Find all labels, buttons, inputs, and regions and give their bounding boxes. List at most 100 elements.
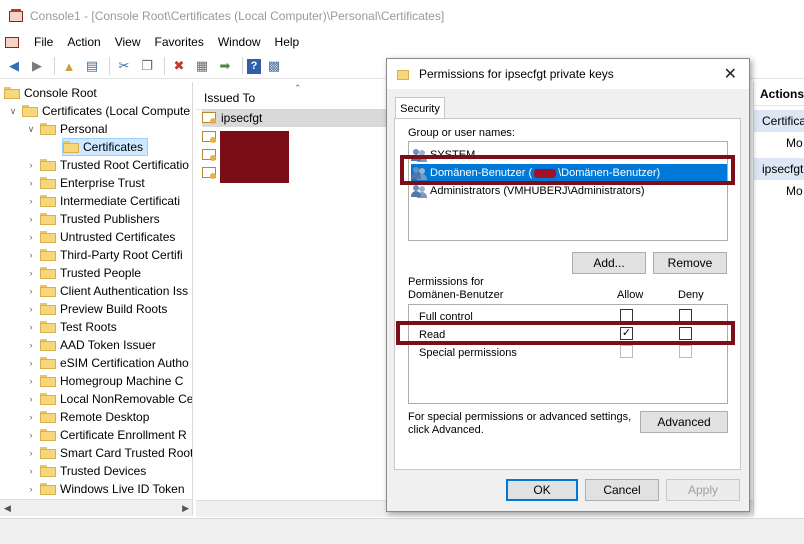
more-actions-link[interactable]: Mo xyxy=(754,132,804,154)
copy-icon[interactable]: ❐ xyxy=(137,56,157,76)
chevron-right-icon[interactable]: › xyxy=(26,390,36,408)
forward-icon[interactable]: ▶ xyxy=(27,56,47,76)
folder-icon xyxy=(40,483,56,495)
up-folder-icon[interactable]: ▲ xyxy=(59,56,79,76)
tab-security[interactable]: Security xyxy=(395,97,445,119)
cancel-button[interactable]: Cancel xyxy=(585,479,659,501)
show-action-pane-icon[interactable]: ▩ xyxy=(264,56,284,76)
chevron-down-icon[interactable]: ∨ xyxy=(26,120,36,138)
tree-item-label: Remote Desktop xyxy=(60,410,150,424)
delete-icon[interactable]: ✖ xyxy=(169,56,189,76)
actions-section-item[interactable]: ipsecfgt xyxy=(754,158,804,180)
tree-item-label: Trusted Devices xyxy=(60,464,147,478)
close-icon[interactable]: ✕ xyxy=(724,64,737,84)
tree-item-certificates-local[interactable]: ∨ Certificates (Local Compute xyxy=(8,102,190,120)
list-item[interactable] xyxy=(202,146,221,164)
tree-item-store[interactable]: › eSIM Certification Autho xyxy=(26,354,189,372)
more-actions-link[interactable]: Mo xyxy=(754,180,804,202)
chevron-right-icon[interactable]: › xyxy=(26,444,36,462)
chevron-right-icon[interactable]: › xyxy=(26,426,36,444)
chevron-right-icon[interactable]: › xyxy=(26,300,36,318)
tree-item-label: Smart Card Trusted Root xyxy=(60,446,193,460)
actions-section-certificates[interactable]: Certificate xyxy=(754,110,804,132)
tree-horizontal-scrollbar[interactable]: ◀ ▶ xyxy=(0,499,192,516)
tree-item-label: Certificates xyxy=(83,140,144,154)
tree-item-store[interactable]: › Client Authentication Iss xyxy=(26,282,189,300)
folder-icon xyxy=(40,411,56,423)
tree-item-store[interactable]: › Trusted Root Certificatio xyxy=(26,156,189,174)
tree-item-store[interactable]: › Untrusted Certificates xyxy=(26,228,176,246)
folder-icon xyxy=(63,141,79,153)
menu-favorites[interactable]: Favorites xyxy=(148,32,211,52)
tree-item-certificates-selected[interactable]: Certificates xyxy=(62,138,148,156)
list-item[interactable]: ipsecfgt xyxy=(202,109,386,127)
ok-button[interactable]: OK xyxy=(506,479,578,501)
list-item[interactable] xyxy=(202,128,221,146)
system-menu-icon[interactable] xyxy=(5,35,21,49)
back-icon[interactable]: ◀ xyxy=(4,56,24,76)
add-button[interactable]: Add... xyxy=(572,252,646,274)
list-item-label: ipsecfgt xyxy=(221,111,263,125)
list-item[interactable] xyxy=(202,164,221,182)
menu-view[interactable]: View xyxy=(108,32,148,52)
chevron-right-icon[interactable]: › xyxy=(26,174,36,192)
tree-item-store[interactable]: › Certificate Enrollment R xyxy=(26,426,187,444)
user-name: Administrators (VMHUBERJ\Administrators) xyxy=(430,185,645,197)
remove-button[interactable]: Remove xyxy=(653,252,727,274)
tree-item-store[interactable]: › Preview Build Roots xyxy=(26,300,168,318)
tree-item-label: Enterprise Trust xyxy=(60,176,145,190)
chevron-right-icon[interactable]: › xyxy=(26,192,36,210)
cut-icon[interactable]: ✂ xyxy=(114,56,134,76)
toolbar-divider xyxy=(242,57,243,75)
chevron-right-icon[interactable]: › xyxy=(26,228,36,246)
menu-help[interactable]: Help xyxy=(268,32,307,52)
tree-item-store[interactable]: › Windows Live ID Token xyxy=(26,480,185,498)
chevron-down-icon[interactable]: ∨ xyxy=(8,102,18,120)
tree-item-console-root[interactable]: Console Root xyxy=(4,84,97,102)
tree-item-store[interactable]: › Trusted Devices xyxy=(26,462,147,480)
tree-item-store[interactable]: › Trusted Publishers xyxy=(26,210,160,228)
chevron-right-icon[interactable]: › xyxy=(26,336,36,354)
tree-item-store[interactable]: › Third-Party Root Certifi xyxy=(26,246,183,264)
chevron-right-icon[interactable]: › xyxy=(26,354,36,372)
tree-item-store[interactable]: › Enterprise Trust xyxy=(26,174,145,192)
chevron-right-icon[interactable]: › xyxy=(26,282,36,300)
tree-item-store[interactable]: › Remote Desktop xyxy=(26,408,150,426)
export-list-icon[interactable]: ➡ xyxy=(215,56,235,76)
menu-action[interactable]: Action xyxy=(60,32,107,52)
chevron-right-icon[interactable]: › xyxy=(26,372,36,390)
tree-item-store[interactable]: › Smart Card Trusted Root xyxy=(26,444,193,462)
column-header-issued-to[interactable]: Issued To ⌃ xyxy=(196,83,386,110)
tree-item-store[interactable]: › Trusted People xyxy=(26,264,141,282)
tree-item-store[interactable]: › Intermediate Certificati xyxy=(26,192,181,210)
tree-item-store[interactable]: › AAD Token Issuer xyxy=(26,336,156,354)
chevron-right-icon[interactable]: › xyxy=(26,264,36,282)
folder-icon xyxy=(40,357,56,369)
menu-window[interactable]: Window xyxy=(211,32,268,52)
scroll-right-icon[interactable]: ▶ xyxy=(182,503,189,514)
chevron-right-icon[interactable]: › xyxy=(26,210,36,228)
menu-file[interactable]: File xyxy=(27,32,60,52)
chevron-right-icon[interactable]: › xyxy=(26,156,36,174)
mmc-app-icon xyxy=(8,8,24,24)
tree-item-personal[interactable]: ∨ Personal xyxy=(26,120,108,138)
chevron-right-icon[interactable]: › xyxy=(26,408,36,426)
properties-icon[interactable]: ▦ xyxy=(192,56,212,76)
tree-item-label: Windows Live ID Token xyxy=(60,482,185,496)
chevron-right-icon[interactable]: › xyxy=(26,246,36,264)
chevron-right-icon[interactable]: › xyxy=(26,480,36,498)
tree-item-store[interactable]: › Test Roots xyxy=(26,318,117,336)
folder-icon xyxy=(40,195,56,207)
scroll-left-icon[interactable]: ◀ xyxy=(4,503,11,514)
advanced-button[interactable]: Advanced xyxy=(640,411,728,433)
tree-item-store[interactable]: › Local NonRemovable Ce xyxy=(26,390,193,408)
tree-item-store[interactable]: › Homegroup Machine C xyxy=(26,372,184,390)
folder-icon xyxy=(40,393,56,405)
chevron-right-icon[interactable]: › xyxy=(26,462,36,480)
folder-icon xyxy=(40,213,56,225)
chevron-right-icon[interactable]: › xyxy=(26,318,36,336)
help-icon[interactable]: ? xyxy=(247,58,261,74)
show-hide-tree-icon[interactable]: ▤ xyxy=(82,56,102,76)
menu-bar: File Action View Favorites Window Help xyxy=(0,32,804,52)
column-header-label: Issued To xyxy=(204,91,256,105)
